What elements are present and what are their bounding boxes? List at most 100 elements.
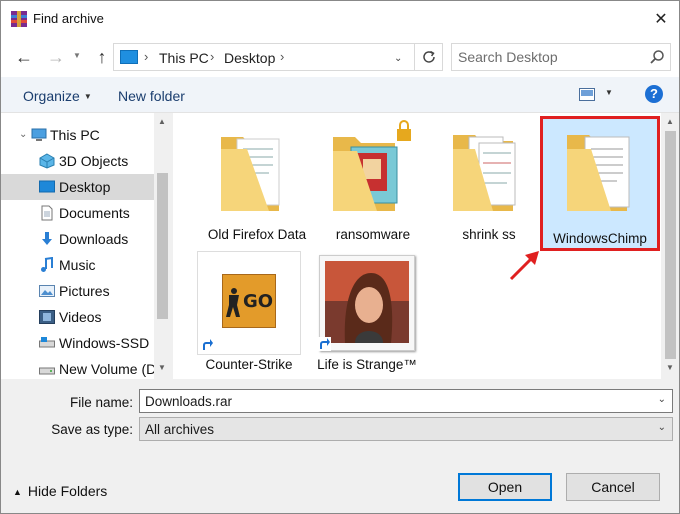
change-view-button[interactable]: ▼ — [579, 87, 615, 103]
sidebar-item-videos[interactable]: Videos — [1, 304, 154, 330]
up-arrow-icon: ↑ — [97, 46, 107, 67]
shortcut-arrow-icon — [200, 338, 214, 352]
file-list-scrollbar[interactable]: ▲ ▼ — [661, 113, 679, 379]
chevron-right-icon[interactable]: › — [280, 49, 284, 64]
recent-locations-icon[interactable]: ▼ — [73, 51, 81, 60]
refresh-button[interactable] — [414, 44, 443, 70]
hide-folders-label: Hide Folders — [27, 483, 108, 499]
picture-icon — [39, 285, 55, 297]
close-icon: ✕ — [654, 11, 668, 28]
download-arrow-icon — [42, 232, 52, 245]
organize-button[interactable]: Organize ▼ — [23, 88, 92, 104]
winrar-icon — [11, 11, 27, 27]
folder-icon — [221, 137, 280, 211]
breadcrumb-desktop[interactable]: Desktop — [224, 50, 275, 66]
close-button[interactable]: ✕ — [647, 7, 675, 31]
up-button[interactable]: ↑ — [91, 46, 113, 68]
file-item-label: Old Firefox Data — [207, 227, 307, 242]
dropdown-arrow-icon: ▼ — [605, 88, 613, 97]
chevron-down-icon[interactable]: ⌄ — [658, 394, 666, 405]
address-bar[interactable]: › This PC › Desktop › ⌄ — [113, 43, 443, 71]
save-type-label: Save as type: — [51, 422, 133, 437]
back-arrow-icon: ← — [15, 46, 33, 67]
file-item-label: Counter-Strike — [205, 357, 293, 372]
file-item-life-is-strange[interactable]: Life is Strange™ — [315, 251, 419, 379]
hide-folders-button[interactable]: ▲ Hide Folders — [13, 483, 107, 499]
soldier-silhouette-icon — [226, 288, 240, 317]
navigation-pane: ⌄ This PC 3D Objects Desktop Documents D… — [1, 113, 171, 379]
sidebar-item-music[interactable]: Music — [1, 252, 154, 278]
film-icon — [39, 310, 55, 324]
music-note-icon — [41, 257, 53, 272]
forward-arrow-icon: → — [47, 46, 65, 67]
open-button[interactable]: Open — [458, 473, 552, 501]
file-name-value: Downloads.rar — [145, 394, 233, 409]
sidebar-item-label: Desktop — [59, 179, 111, 195]
file-list-scroll-thumb[interactable] — [665, 131, 676, 359]
document-icon — [41, 205, 53, 221]
shortcut-arrow-icon — [317, 337, 331, 351]
scroll-down-icon[interactable]: ▼ — [154, 363, 170, 372]
file-item-counter-strike[interactable]: GO Counter-Strike — [197, 251, 301, 379]
dropdown-arrow-icon: ▼ — [83, 92, 92, 101]
navigation-bar: ← → ▼ ↑ › This PC › Desktop › ⌄ — [1, 37, 679, 77]
scroll-up-icon[interactable]: ▲ — [154, 117, 170, 126]
chevron-down-icon: ⌄ — [657, 422, 666, 433]
sidebar-item-label: Videos — [59, 309, 102, 325]
find-archive-dialog: Find archive ✕ ← → ▼ ↑ › This PC › Deskt… — [0, 0, 680, 514]
shortcut-thumbnail: GO — [197, 251, 301, 355]
folder-icon — [453, 135, 516, 211]
help-button[interactable]: ? — [645, 85, 663, 103]
sidebar-item-label: Music — [59, 257, 96, 273]
address-dropdown-icon[interactable]: ⌄ — [394, 53, 402, 64]
chevron-up-icon: ▲ — [13, 487, 22, 497]
chevron-down-icon[interactable]: ⌄ — [19, 129, 27, 140]
highlight-box — [540, 116, 660, 251]
sidebar-item-documents[interactable]: Documents — [1, 200, 154, 226]
shortcut-thumbnail — [319, 255, 415, 351]
cancel-button[interactable]: Cancel — [566, 473, 660, 501]
sidebar-item-desktop[interactable]: Desktop — [1, 174, 154, 200]
folder-locked-icon — [333, 120, 411, 211]
portrait-image-icon — [325, 261, 409, 343]
breadcrumb-this-pc[interactable]: This PC — [159, 50, 209, 66]
sidebar-scroll-thumb[interactable] — [157, 173, 168, 319]
back-button[interactable]: ← — [13, 46, 35, 68]
sidebar-item-windows-ssd[interactable]: Windows-SSD (C — [1, 330, 168, 356]
forward-button[interactable]: → — [45, 46, 67, 68]
sidebar-item-label: New Volume (D:) — [59, 361, 165, 377]
scroll-down-icon[interactable]: ▼ — [662, 363, 678, 372]
organize-label: Organize — [23, 88, 80, 104]
file-item-label: ransomware — [335, 227, 411, 242]
save-type-select[interactable]: All archives ⌄ — [139, 417, 673, 441]
sidebar-item-label: Windows-SSD (C — [59, 335, 168, 351]
scroll-up-icon[interactable]: ▲ — [662, 117, 678, 126]
computer-icon — [31, 128, 47, 141]
window-title: Find archive — [33, 11, 104, 26]
file-name-field[interactable]: Downloads.rar ⌄ — [139, 389, 673, 413]
file-item-shrink-ss[interactable]: shrink ss — [435, 119, 543, 249]
pc-icon — [120, 50, 138, 64]
file-item-label: shrink ss — [462, 227, 516, 242]
dialog-footer: File name: Downloads.rar ⌄ Save as type:… — [1, 379, 679, 513]
file-item-ransomware[interactable]: ransomware — [319, 119, 427, 249]
sidebar-item-label: This PC — [50, 127, 100, 143]
search-box[interactable] — [451, 43, 671, 71]
file-item-old-firefox-data[interactable]: Old Firefox Data — [203, 119, 311, 249]
view-icon — [579, 88, 595, 101]
sidebar-scrollbar[interactable]: ▲ ▼ — [154, 113, 171, 379]
search-icon[interactable] — [649, 49, 665, 65]
drive-icon — [39, 337, 55, 348]
file-item-label: Life is Strange™ — [317, 357, 417, 372]
sidebar-item-downloads[interactable]: Downloads — [1, 226, 154, 252]
new-folder-button[interactable]: New folder — [118, 88, 185, 104]
save-type-value: All archives — [145, 422, 215, 437]
sidebar-item-3d-objects[interactable]: 3D Objects — [1, 148, 154, 174]
sidebar-item-pictures[interactable]: Pictures — [1, 278, 154, 304]
pointer-arrow-icon — [509, 251, 539, 281]
sidebar-item-this-pc[interactable]: ⌄ This PC — [1, 122, 154, 148]
search-input[interactable] — [458, 48, 643, 66]
sidebar-item-label: 3D Objects — [59, 153, 129, 169]
chevron-right-icon[interactable]: › — [144, 49, 148, 64]
chevron-right-icon[interactable]: › — [210, 49, 214, 64]
